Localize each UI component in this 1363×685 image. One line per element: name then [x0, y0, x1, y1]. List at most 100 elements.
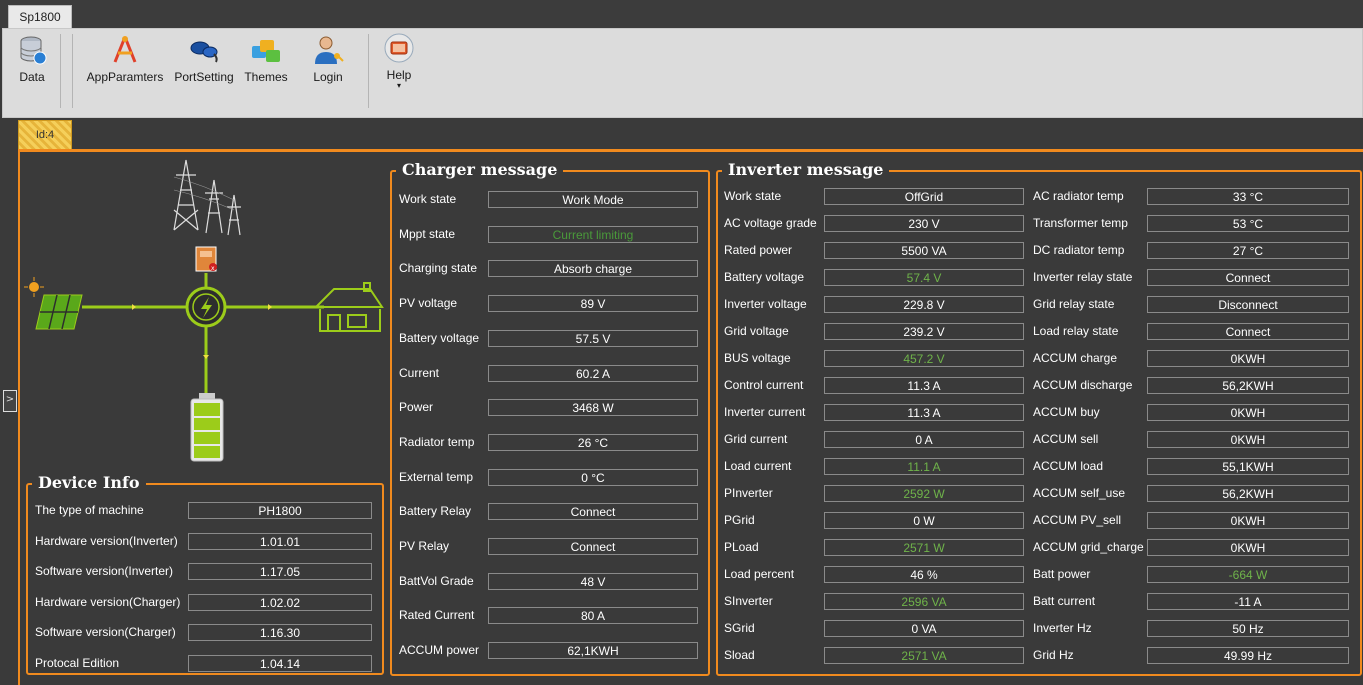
- row-value: PH1800: [188, 502, 372, 519]
- row-value: 57.5 V: [488, 329, 698, 347]
- row-value: 1.17.05: [188, 563, 372, 581]
- row-label: Battery voltage: [399, 330, 480, 345]
- row-value: 56,2KWH: [1147, 485, 1349, 502]
- row-value: 27 °C: [1147, 242, 1349, 259]
- row-label: ACCUM load: [1033, 459, 1104, 473]
- portsetting-button-label: PortSetting: [174, 70, 234, 84]
- ribbon-separator: [60, 34, 61, 108]
- doc-left-border: [18, 149, 20, 685]
- row-label: ACCUM self_use: [1033, 486, 1126, 500]
- row-value: 11.3 A: [824, 377, 1024, 394]
- row-label: Charging state: [399, 261, 478, 276]
- row-label: Hardware version(Charger): [35, 594, 181, 609]
- themes-button-label: Themes: [244, 70, 288, 84]
- row-value: 48 V: [488, 572, 698, 590]
- row-value: 1.02.02: [188, 593, 372, 611]
- house-icon: [313, 282, 384, 332]
- row-value: 1.01.01: [188, 532, 372, 550]
- row-label: PV Relay: [399, 539, 450, 553]
- row-value: 239.2 V: [824, 323, 1024, 340]
- row-value: Connect: [488, 538, 698, 555]
- row-value: 457.2 V: [824, 350, 1024, 367]
- ribbon-separator: [72, 34, 73, 108]
- power-pylon-icon: [173, 159, 241, 236]
- row-label: Work state: [724, 189, 782, 203]
- row-value: 0KWH: [1147, 431, 1349, 448]
- row-value: Connect: [488, 503, 698, 521]
- login-button[interactable]: Login: [306, 34, 350, 108]
- row-label: Transformer temp: [1033, 216, 1128, 230]
- svg-text:x: x: [211, 265, 215, 272]
- device-info-title: Device Info: [32, 473, 146, 493]
- login-button-label: Login: [313, 70, 343, 84]
- charger-message-group: [390, 170, 710, 676]
- inverter-hub-icon: [185, 286, 227, 328]
- help-icon: [383, 32, 415, 64]
- cable-icon: [188, 34, 220, 66]
- row-value: 49.99 Hz: [1147, 647, 1349, 664]
- row-value: 0 VA: [824, 620, 1024, 637]
- portsetting-button[interactable]: PortSetting: [172, 34, 236, 108]
- row-value: Disconnect: [1147, 296, 1349, 313]
- row-label: Radiator temp: [399, 434, 475, 449]
- row-label: Hardware version(Inverter): [35, 533, 178, 548]
- inverter-message-title: Inverter message: [722, 160, 890, 180]
- row-label: ACCUM sell: [1033, 432, 1099, 446]
- row-label: BattVol Grade: [399, 573, 474, 588]
- row-value: 11.1 A: [824, 458, 1024, 475]
- appparamters-button[interactable]: AppParamters: [86, 34, 164, 108]
- row-value: OffGrid: [824, 188, 1024, 205]
- row-label: Mppt state: [399, 226, 456, 241]
- row-value: 1.16.30: [188, 624, 372, 642]
- row-label: Batt power: [1033, 567, 1091, 581]
- data-button[interactable]: Data: [12, 34, 52, 108]
- row-value: 26 °C: [488, 433, 698, 451]
- row-label: SGrid: [724, 621, 755, 635]
- row-value: Connect: [1147, 269, 1349, 286]
- row-label: Load percent: [724, 567, 795, 581]
- row-value: Work Mode: [488, 191, 698, 208]
- row-value: 230 V: [824, 215, 1024, 232]
- row-label: Protocal Edition: [35, 656, 120, 670]
- row-value: Absorb charge: [488, 260, 698, 278]
- row-value: 2571 VA: [824, 647, 1024, 664]
- row-label: ACCUM PV_sell: [1033, 513, 1122, 527]
- tab-strip: [0, 0, 1363, 28]
- energy-flow-diagram: x: [24, 159, 384, 462]
- row-label: Inverter voltage: [724, 297, 807, 311]
- row-label: PInverter: [724, 486, 773, 500]
- row-value: 57.4 V: [824, 269, 1024, 286]
- row-value: 62,1KWH: [488, 642, 698, 660]
- row-label: Inverter relay state: [1033, 270, 1133, 284]
- row-label: Grid voltage: [724, 324, 789, 338]
- row-label: The type of machine: [35, 503, 144, 517]
- row-value: 60.2 A: [488, 364, 698, 382]
- side-panel-toggle[interactable]: >: [3, 390, 17, 412]
- row-value: 56,2KWH: [1147, 377, 1349, 394]
- row-label: Control current: [724, 378, 804, 392]
- themes-button[interactable]: Themes: [242, 34, 290, 108]
- tab-sp1800[interactable]: Sp1800: [8, 5, 72, 29]
- row-label: Work state: [399, 192, 457, 206]
- row-label: AC voltage grade: [724, 216, 817, 230]
- row-label: Rated Current: [399, 608, 475, 623]
- row-value: 0 A: [824, 431, 1024, 448]
- row-label: ACCUM charge: [1033, 351, 1118, 365]
- row-label: Battery Relay: [399, 504, 472, 519]
- row-label: Current: [399, 365, 440, 380]
- themes-icon: [250, 34, 282, 66]
- doc-tab-id4[interactable]: Id:4: [18, 120, 72, 149]
- row-label: Battery voltage: [724, 270, 805, 284]
- chevron-down-icon: ▾: [396, 81, 401, 90]
- row-label: PLoad: [724, 540, 759, 554]
- help-button[interactable]: Help ▾: [378, 32, 420, 106]
- row-value: 0KWH: [1147, 404, 1349, 421]
- row-value: Connect: [1147, 323, 1349, 340]
- ribbon-separator: [368, 34, 369, 108]
- row-label: Batt current: [1033, 594, 1096, 608]
- row-value: 2596 VA: [824, 593, 1024, 610]
- row-value: -11 A: [1147, 593, 1349, 610]
- row-label: Software version(Inverter): [35, 564, 174, 579]
- row-label: External temp: [399, 469, 474, 484]
- row-label: ACCUM grid_charge: [1033, 540, 1144, 554]
